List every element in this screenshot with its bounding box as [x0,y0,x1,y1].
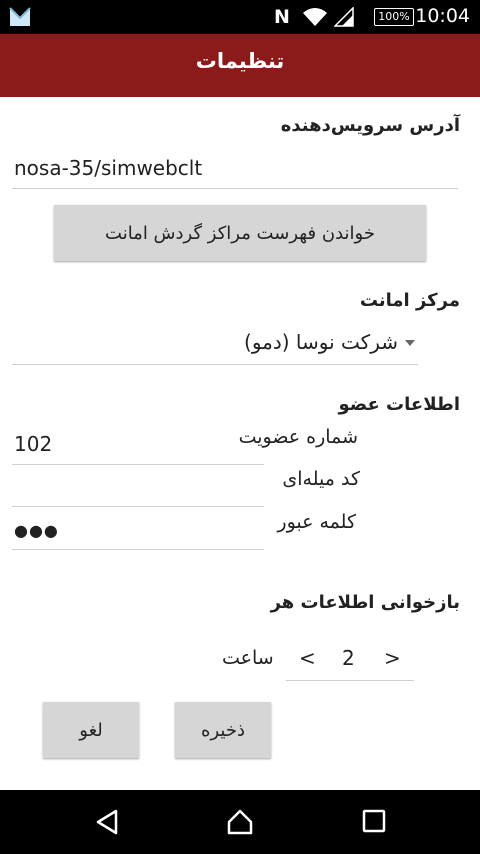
server-address-value: nosa-35/simwebclt [14,156,203,180]
server-address-field[interactable]: nosa-35/simwebclt [12,148,458,189]
clock: 10:04 [415,5,470,27]
save-button[interactable]: ذخیره [175,702,271,758]
hours-unit-label: ساعت [222,647,274,669]
battery-percent: 100% [378,10,410,23]
cancel-button[interactable]: لغو [43,702,139,758]
dropdown-caret-icon [405,340,415,346]
status-bar: N 100% 10:04 [0,0,480,34]
signal-icon [334,7,354,27]
nfc-icon: N [274,6,290,28]
barcode-field[interactable] [12,466,264,507]
center-spinner[interactable]: شرکت نوسا (دمو) [12,326,418,365]
navigation-bar [0,790,480,854]
app-logo-icon [9,7,31,26]
stepper-increment-button[interactable]: > [384,646,401,670]
hours-stepper[interactable]: < 2 > [286,640,414,681]
recents-icon[interactable] [362,808,386,834]
barcode-label: کد میله‌ای [282,468,360,490]
server-address-label: آدرس سرویس‌دهنده [280,115,460,136]
center-selected-value: شرکت نوسا (دمو) [244,330,398,354]
membership-number-field[interactable]: 102 [12,424,264,465]
refresh-interval-label: بازخوانی اطلاعات هر [270,592,460,613]
home-icon[interactable] [226,808,254,836]
center-label: مرکز امانت [359,290,460,311]
member-info-label: اطلاعات عضو [338,394,460,415]
password-field[interactable]: ●●● [12,509,264,550]
stepper-decrement-button[interactable]: < [299,646,316,670]
membership-number-value: 102 [14,432,53,456]
hours-value: 2 [342,646,355,670]
back-icon[interactable] [94,808,120,836]
wifi-icon [303,8,327,26]
app-bar: تنظیمات [0,34,480,97]
page-title: تنظیمات [195,49,285,73]
password-label: کلمه عبور [277,511,356,533]
battery-indicator: 100% [374,8,414,26]
read-centers-list-button[interactable]: خواندن فهرست مراکز گردش امانت [54,205,426,261]
password-value: ●●● [14,521,59,540]
